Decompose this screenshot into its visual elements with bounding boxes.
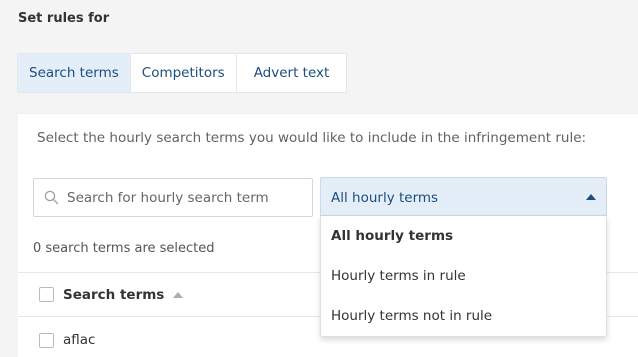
column-header-search-terms[interactable]: Search terms [63,287,164,303]
caret-up-icon [586,193,596,200]
tab-competitors[interactable]: Competitors [131,54,237,92]
select-all-checkbox[interactable] [39,287,54,302]
instruction-text: Select the hourly search terms you would… [37,130,587,146]
tab-search-terms[interactable]: Search terms [18,54,131,92]
sort-ascending-icon[interactable] [173,291,184,298]
tab-advert-text[interactable]: Advert text [237,54,347,92]
hourly-terms-select[interactable]: All hourly terms [320,177,607,216]
search-icon [44,190,59,205]
search-field[interactable] [33,178,313,217]
rule-tabs: Search terms Competitors Advert text [17,53,348,93]
menu-item-hourly-terms-not-in-rule[interactable]: Hourly terms not in rule [321,296,606,336]
selected-count: 0 search terms are selected [33,241,215,256]
dropdown-selected-value: All hourly terms [331,189,439,206]
hourly-terms-dropdown: All hourly terms All hourly terms Hourly… [320,177,607,337]
menu-item-all-hourly-terms[interactable]: All hourly terms [321,216,606,256]
row-checkbox[interactable] [39,332,54,348]
search-input[interactable] [67,189,297,206]
search-term-cell: aflac [63,332,96,348]
menu-item-hourly-terms-in-rule[interactable]: Hourly terms in rule [321,256,606,296]
dropdown-menu: All hourly terms Hourly terms in rule Ho… [320,216,607,337]
page-heading: Set rules for [18,11,110,26]
